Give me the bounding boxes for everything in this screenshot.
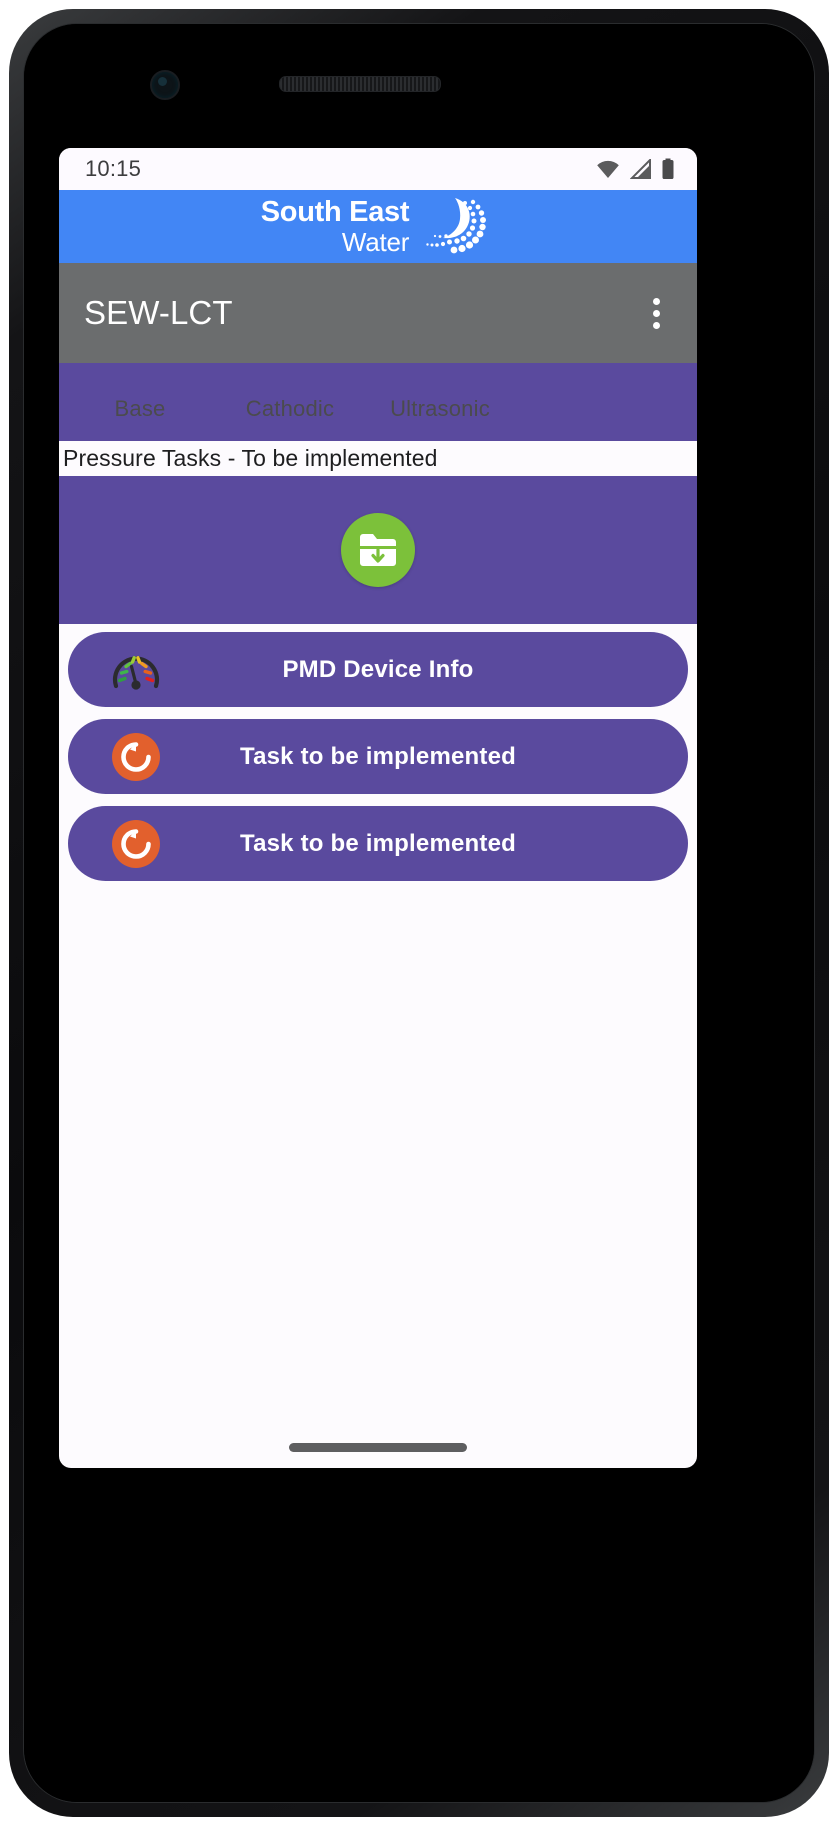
phone-bezel: 10:15 South East Water SEW-LCT Base Cath…: [23, 23, 815, 1803]
phone-device-frame: 10:15 South East Water SEW-LCT Base Cath…: [9, 9, 829, 1817]
wifi-icon: [595, 159, 621, 179]
battery-icon: [661, 158, 675, 180]
tab-ultrasonic[interactable]: Ultrasonic: [365, 382, 515, 422]
tab-bar: Base Cathodic Ultrasonic: [59, 363, 697, 441]
brand-wordmark: South East Water: [260, 196, 410, 257]
download-panel: [59, 476, 697, 624]
action-row-task-1[interactable]: Task to be implemented: [68, 719, 688, 794]
tab-base[interactable]: Base: [65, 382, 215, 422]
phone-screen: 10:15 South East Water SEW-LCT Base Cath…: [24, 24, 814, 1802]
gauge-icon: [110, 644, 162, 696]
status-icons: [595, 158, 675, 180]
status-clock: 10:15: [85, 156, 142, 181]
overflow-dot: [652, 321, 660, 329]
overflow-dot: [652, 309, 660, 317]
brand-line2: Water: [341, 227, 410, 257]
front-camera-icon: [150, 70, 180, 100]
overflow-menu-icon[interactable]: [641, 291, 671, 335]
brand-header: South East Water: [59, 190, 697, 263]
folder-download-icon: [356, 530, 400, 570]
notice-text: Pressure Tasks - To be implemented: [63, 445, 438, 471]
tab-cathodic[interactable]: Cathodic: [215, 382, 365, 422]
home-gesture-pill[interactable]: [289, 1443, 467, 1452]
water-swoosh-icon: [413, 192, 487, 262]
overflow-dot: [652, 297, 660, 305]
app-bar: SEW-LCT: [59, 263, 697, 363]
refresh-circle-icon: [110, 818, 162, 870]
notice-strip: Pressure Tasks - To be implemented: [59, 441, 697, 476]
device-notch-area: [24, 24, 814, 136]
home-gesture-bar[interactable]: [59, 1443, 697, 1452]
app-viewport: 10:15 South East Water SEW-LCT Base Cath…: [59, 148, 697, 1468]
action-list: PMD Device Info Task to be implemented T…: [59, 624, 697, 1352]
refresh-circle-icon: [110, 731, 162, 783]
cell-signal-icon: [630, 159, 652, 179]
page-title: SEW-LCT: [84, 294, 233, 331]
brand-line1: South East: [260, 196, 410, 228]
folder-download-button[interactable]: [341, 513, 415, 587]
action-row-task-2[interactable]: Task to be implemented: [68, 806, 688, 881]
brand-logo: South East Water: [261, 192, 487, 262]
earpiece-speaker-icon: [279, 76, 441, 92]
action-row-pmd-device-info[interactable]: PMD Device Info: [68, 632, 688, 707]
status-bar: 10:15: [59, 148, 697, 190]
